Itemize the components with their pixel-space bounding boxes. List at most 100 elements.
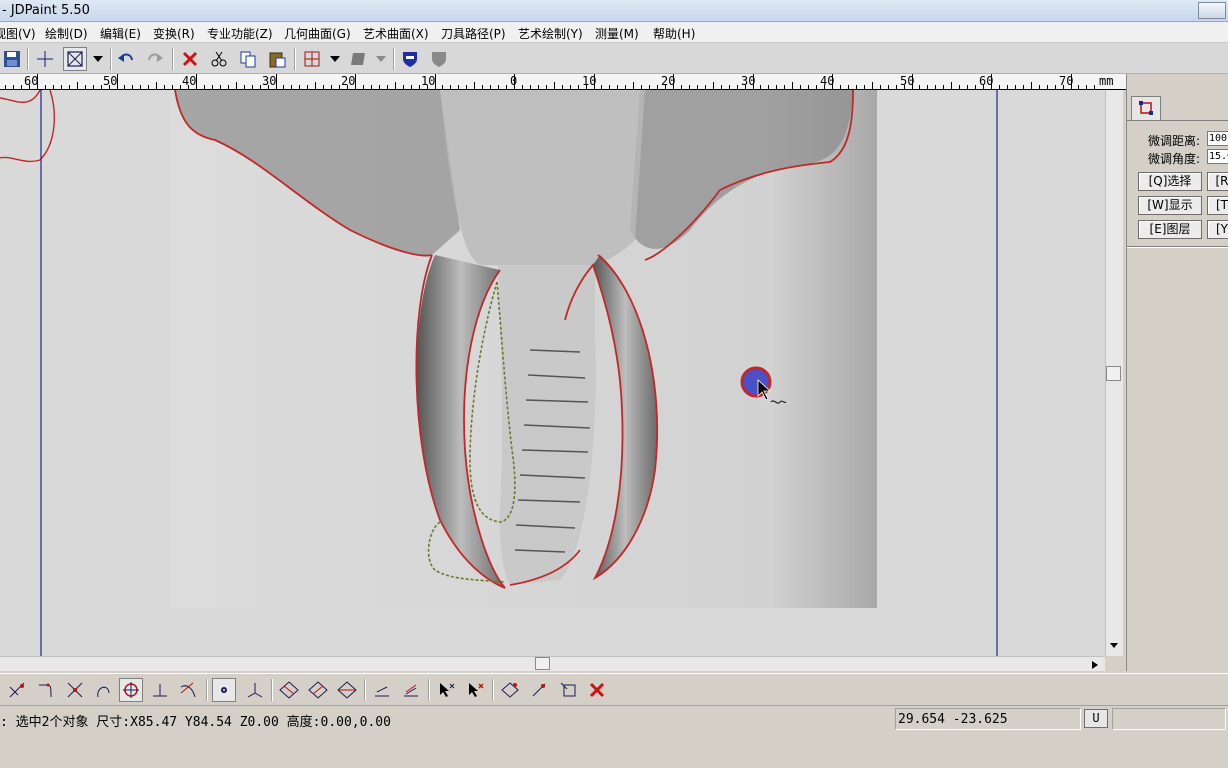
ruler-tick	[180, 85, 181, 89]
select-button[interactable]: [Q]选择	[1138, 172, 1202, 191]
scroll-down-icon[interactable]	[1109, 642, 1119, 650]
vertical-scroll-thumb[interactable]	[1106, 366, 1121, 381]
scroll-right-icon[interactable]	[1091, 660, 1099, 670]
node-edit-icon[interactable]	[300, 47, 324, 71]
menu-toolpath[interactable]: 刀具路径(P)	[441, 25, 506, 42]
ruler-tick	[101, 85, 102, 89]
menu-art-draw[interactable]: 艺术绘制(Y)	[518, 25, 583, 42]
ruler-label: 50	[103, 74, 118, 88]
tangent-icon[interactable]	[176, 678, 200, 702]
ruler-tick	[379, 85, 380, 89]
ruler-label: 40	[182, 74, 197, 88]
ruler-tick	[1023, 85, 1024, 89]
ruler-tick	[403, 85, 404, 89]
axis-icon[interactable]	[243, 678, 267, 702]
ruler-tick	[641, 85, 642, 89]
fine-angle-field[interactable]: 15.0	[1207, 149, 1228, 164]
panel-divider	[1127, 246, 1228, 248]
dropdown-icon[interactable]	[88, 47, 108, 71]
save-icon[interactable]	[0, 47, 24, 71]
transform-icon-1[interactable]	[498, 678, 522, 702]
horizontal-scrollbar[interactable]	[0, 656, 1105, 671]
menu-draw[interactable]: 绘制(D)	[45, 25, 88, 42]
pick-remove-icon[interactable]	[463, 678, 487, 702]
paste-icon[interactable]	[265, 47, 289, 71]
r-button[interactable]: [R	[1207, 172, 1228, 191]
menu-art-surface[interactable]: 艺术曲面(X)	[363, 25, 429, 42]
select-window-icon[interactable]	[63, 47, 87, 71]
elephant-head	[440, 90, 645, 265]
circle-node-icon[interactable]	[119, 678, 143, 702]
ruler-tick	[872, 82, 873, 89]
undo-icon[interactable]	[114, 47, 138, 71]
ruler-tick	[140, 85, 141, 89]
right-panel: 微调距离: 100 微调角度: 15.0 [Q]选择 [R [W]显示 [T […	[1126, 74, 1228, 671]
pick-add-icon[interactable]	[434, 678, 458, 702]
perpendicular-icon[interactable]	[148, 678, 172, 702]
menu-pro[interactable]: 专业功能(Z)	[207, 25, 273, 42]
t-button[interactable]: [T	[1207, 196, 1228, 215]
dropdown-icon[interactable]	[371, 47, 391, 71]
shape-icon[interactable]	[346, 47, 370, 71]
ruler-tick	[498, 85, 499, 89]
ruler-tick	[943, 85, 944, 89]
vertical-scrollbar[interactable]	[1105, 90, 1123, 656]
drawing-canvas[interactable]	[0, 90, 1105, 656]
ruler-tick	[132, 85, 133, 89]
cut-icon[interactable]	[207, 47, 231, 71]
intersect-icon[interactable]	[63, 678, 87, 702]
redo-icon[interactable]	[143, 47, 167, 71]
diamond-icon-2[interactable]	[306, 678, 330, 702]
unit-button[interactable]: U	[1084, 709, 1108, 728]
horizontal-scroll-thumb[interactable]	[535, 657, 550, 670]
menu-geo-surface[interactable]: 几何曲面(G)	[284, 25, 351, 42]
menu-help[interactable]: 帮助(H)	[653, 25, 695, 42]
transform-icon-3[interactable]	[556, 678, 580, 702]
layer-button[interactable]: [E]图层	[1138, 220, 1202, 239]
toolbar-separator	[492, 679, 494, 701]
ruler-tick	[1063, 85, 1064, 89]
ruler-tick	[657, 85, 658, 89]
clear-icon[interactable]	[585, 678, 609, 702]
ruler-tick	[419, 85, 420, 89]
ruler-tick	[753, 74, 754, 89]
point-icon[interactable]	[212, 678, 236, 702]
coordinate-readout: 29.654 -23.625	[898, 712, 1008, 727]
ruler-tick	[721, 85, 722, 89]
display-button[interactable]: [W]显示	[1138, 196, 1202, 215]
diamond-icon-3[interactable]	[335, 678, 359, 702]
copy-icon[interactable]	[236, 47, 260, 71]
snap-cross-icon[interactable]	[33, 47, 57, 71]
y-button[interactable]: [Y	[1207, 220, 1228, 239]
trim-icon[interactable]	[5, 678, 29, 702]
menu-measure[interactable]: 测量(M)	[595, 25, 639, 42]
ruler-tick	[363, 85, 364, 89]
delete-icon[interactable]	[178, 47, 202, 71]
align-icon-1[interactable]	[370, 678, 394, 702]
arc-icon[interactable]	[91, 678, 115, 702]
ruler-tick	[252, 85, 253, 89]
ruler-tick	[458, 85, 459, 89]
ruler-tick	[594, 74, 595, 89]
ruler-tick	[260, 85, 261, 89]
ruler-tick	[228, 85, 229, 89]
ruler-tick	[69, 85, 70, 89]
shield-blue-icon[interactable]	[398, 47, 422, 71]
status-extra-panel	[1112, 708, 1226, 730]
transform-icon-2[interactable]	[527, 678, 551, 702]
menu-transform[interactable]: 变换(R)	[153, 25, 195, 42]
menu-edit[interactable]: 编辑(E)	[100, 25, 141, 42]
ruler-tick	[93, 85, 94, 89]
shield-gray-icon[interactable]	[427, 47, 451, 71]
panel-tab[interactable]	[1131, 96, 1161, 120]
dropdown-icon[interactable]	[325, 47, 345, 71]
fine-distance-field[interactable]: 100	[1207, 131, 1228, 146]
toolbar-separator	[172, 48, 174, 70]
align-icon-2[interactable]	[399, 678, 423, 702]
corner-icon[interactable]	[33, 678, 57, 702]
diamond-icon-1[interactable]	[277, 678, 301, 702]
ruler-tick	[164, 85, 165, 89]
ruler-label: 10	[421, 74, 436, 88]
minimize-button[interactable]	[1198, 2, 1226, 19]
menu-view[interactable]: 视图(V)	[0, 25, 36, 42]
